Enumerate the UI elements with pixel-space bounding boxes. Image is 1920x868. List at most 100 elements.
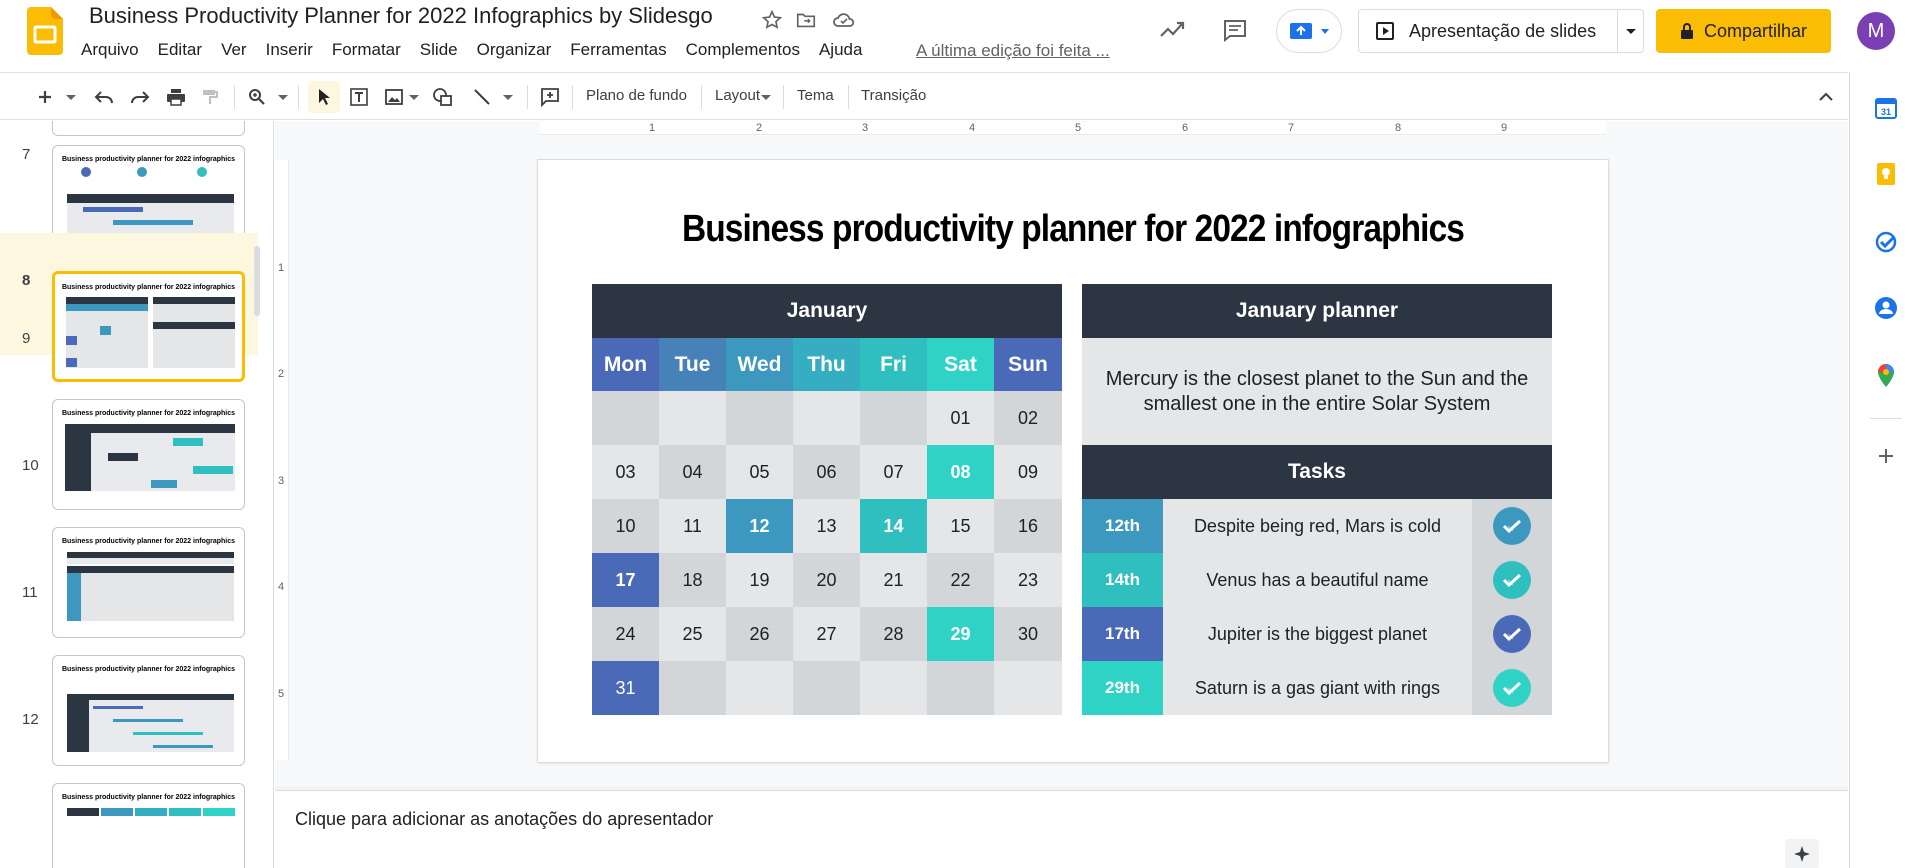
last-edit-link[interactable]: A última edição foi feita ... [916,41,1110,61]
calendar-date-28: 28 [860,607,927,661]
layout-button[interactable]: Layout [715,87,760,104]
calendar-empty-cell [994,661,1062,715]
slide-number: 12 [22,711,39,728]
menu-slide[interactable]: Slide [420,40,458,60]
explore-sparkle-icon[interactable] [1785,839,1819,868]
move-folder-icon[interactable] [792,6,820,34]
add-comment-icon[interactable] [538,83,562,111]
maps-icon[interactable] [1872,362,1900,390]
slide-thumbnail-12[interactable]: Business productivity planner for 2022 i… [52,783,245,868]
add-addon-icon[interactable] [1872,442,1900,470]
zoom-icon[interactable] [246,83,268,111]
planner[interactable]: January planner Mercury is the closest p… [1082,284,1552,715]
calendar-empty-cell [726,661,793,715]
star-icon[interactable] [758,6,786,34]
calendar[interactable]: January Mon Tue Wed Thu Fri Sat Sun 01 02 03 04 05… [592,284,1062,715]
activity-trend-icon[interactable] [1158,16,1186,44]
select-cursor-icon[interactable] [308,81,340,113]
task-row[interactable]: 17th Jupiter is the biggest planet [1082,607,1552,661]
slide-thumbnail-10[interactable]: Business productivity planner for 2022 i… [52,527,245,638]
slides-logo-icon[interactable] [27,7,63,55]
task-check-cell [1472,661,1552,715]
present-dropdown[interactable] [1617,10,1643,52]
calendar-day-header: Sat [927,338,994,391]
check-circle-icon [1493,507,1531,545]
line-dropdown-icon[interactable] [502,83,514,111]
calendar-empty-cell [659,661,726,715]
collapse-toolbar-icon[interactable] [1814,83,1838,111]
slide[interactable]: Business productivity planner for 2022 i… [538,160,1608,762]
slide-thumbnail-11[interactable]: Business productivity planner for 2022 i… [52,655,245,766]
side-panel: 31 [1849,72,1920,868]
background-button[interactable]: Plano de fundo [586,87,687,104]
menu-ver[interactable]: Ver [221,40,247,60]
tasks-icon[interactable] [1872,228,1900,256]
calendar-date-02: 02 [994,391,1062,445]
calendar-empty-cell [659,391,726,445]
calendar-date-07: 07 [860,445,927,499]
calendar-day-header: Thu [793,338,860,391]
calendar-date-25: 25 [659,607,726,661]
calendar-empty-cell [860,661,927,715]
cloud-status-icon[interactable] [830,6,858,34]
new-slide-dropdown-icon[interactable] [64,83,78,111]
calendar-date-27: 27 [793,607,860,661]
calendar-date-24: 24 [592,607,659,661]
slide-thumbnail-6[interactable] [52,121,245,136]
calendar-day-header: Tue [659,338,726,391]
redo-icon[interactable] [128,83,152,111]
calendar-day-header: Fri [860,338,927,391]
calendar-date-15: 15 [927,499,994,553]
undo-icon[interactable] [92,83,116,111]
meet-present-button[interactable] [1276,9,1342,53]
menu-ajuda[interactable]: Ajuda [819,40,862,60]
slide-thumbnail-8[interactable]: Business productivity planner for 2022 i… [52,271,245,382]
calendar-date-21: 21 [860,553,927,607]
calendar-day-header: Mon [592,338,659,391]
menu-inserir[interactable]: Inserir [266,40,313,60]
paint-format-icon[interactable] [198,83,222,111]
ruler-number: 3 [862,122,869,134]
contacts-icon[interactable] [1872,294,1900,322]
menu-editar[interactable]: Editar [158,40,202,60]
task-text: Jupiter is the biggest planet [1163,607,1472,661]
calendar-icon[interactable]: 31 [1872,94,1900,122]
task-row[interactable]: 29th Saturn is a gas giant with rings [1082,661,1552,715]
present-label: Apresentação de slides [1409,20,1597,41]
menu-arquivo[interactable]: Arquivo [81,40,139,60]
slide-thumbnail-9[interactable]: Business productivity planner for 2022 i… [52,399,245,510]
document-title[interactable]: Business Productivity Planner for 2022 I… [89,3,713,29]
speaker-notes[interactable]: Clique para adicionar as anotações do ap… [275,790,1848,868]
task-row[interactable]: 14th Venus has a beautiful name [1082,553,1552,607]
calendar-date-17: 17 [592,553,659,607]
menu-formatar[interactable]: Formatar [332,40,401,60]
comments-icon[interactable] [1221,16,1249,44]
share-label: Compartilhar [1703,20,1808,41]
present-button[interactable]: Apresentação de slides [1359,10,1617,52]
menu-organizar[interactable]: Organizar [477,40,552,60]
zoom-dropdown-icon[interactable] [276,83,290,111]
ruler-number: 2 [278,368,285,380]
print-icon[interactable] [164,83,188,111]
calendar-date-01: 01 [927,391,994,445]
user-avatar[interactable]: M [1857,12,1895,50]
new-slide-icon[interactable] [34,83,56,111]
layout-dropdown-icon[interactable] [760,83,772,111]
shape-icon[interactable] [430,83,456,111]
share-button[interactable]: Compartilhar [1656,9,1831,53]
menu-complementos[interactable]: Complementos [686,40,800,60]
line-icon[interactable] [470,83,494,111]
text-box-icon[interactable] [346,83,372,111]
image-dropdown-icon[interactable] [408,83,420,111]
transition-button[interactable]: Transição [861,87,926,104]
planner-description: Mercury is the closest planet to the Sun… [1082,338,1552,445]
slide-title[interactable]: Business productivity planner for 2022 i… [602,208,1544,251]
task-check-cell [1472,499,1552,553]
task-check-cell [1472,553,1552,607]
theme-button[interactable]: Tema [797,87,834,104]
keep-icon[interactable] [1872,160,1900,188]
task-row[interactable]: 12th Despite being red, Mars is cold [1082,499,1552,553]
menu-ferramentas[interactable]: Ferramentas [570,40,666,60]
filmstrip-scrollbar[interactable] [254,246,260,316]
image-icon[interactable] [382,83,406,111]
